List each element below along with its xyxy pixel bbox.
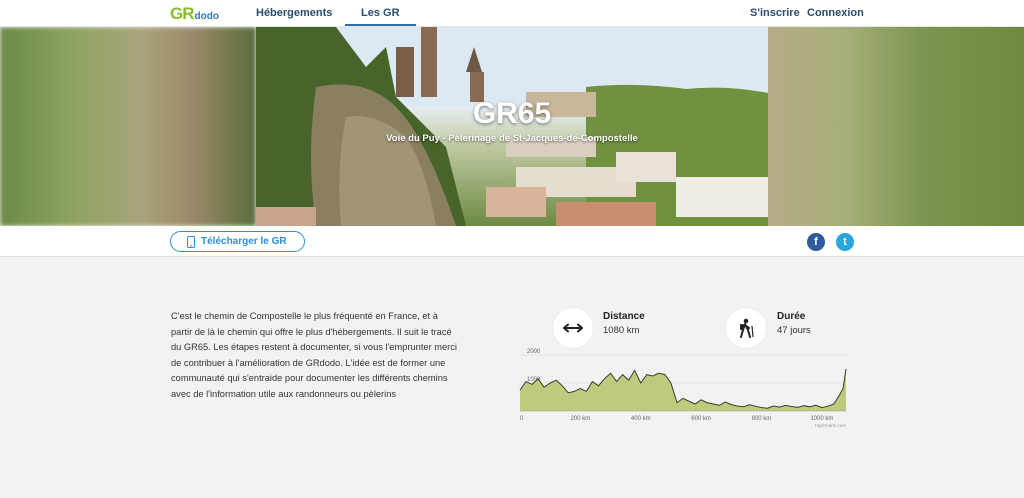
facebook-icon[interactable]: f: [807, 233, 825, 251]
twitter-icon[interactable]: t: [836, 233, 854, 251]
grdodo-logo[interactable]: GR dodo: [170, 2, 219, 24]
elevation-profile-chart[interactable]: 100020000 200 km 400 km 600 km 800 km 1000 km…: [512, 345, 852, 430]
x-tick-label: 200 km: [571, 416, 591, 422]
route-title: GR65: [472, 97, 552, 130]
signup-link[interactable]: S'inscrire: [750, 7, 800, 19]
elevation-area: [520, 369, 846, 411]
double-arrow-icon: [563, 323, 583, 333]
x-tick-label: 0: [520, 416, 524, 422]
smartphone-icon: [187, 235, 195, 248]
logo-dodo-text: dodo: [194, 11, 219, 22]
download-gr-label: Télécharger le GR: [201, 236, 287, 247]
route-subtitle: Voie du Puy - Pèlerinage de St-Jacques-d…: [386, 133, 638, 144]
top-nav: GR dodo Hébergements Les GR S'inscrire C…: [0, 0, 1024, 27]
duration-icon-circle: [726, 308, 766, 348]
login-link[interactable]: Connexion: [807, 7, 864, 19]
distance-value: 1080 km: [603, 325, 640, 336]
nav-link-hebergements[interactable]: Hébergements: [256, 7, 332, 19]
y-tick-label: 2000: [527, 349, 541, 355]
nav-link-les-gr[interactable]: Les GR: [345, 7, 416, 26]
logo-gr-text: GR: [170, 4, 194, 23]
facebook-glyph: f: [814, 236, 818, 248]
hero-banner: GR65 Voie du Puy - Pèlerinage de St-Jacq…: [0, 27, 1024, 226]
x-tick-label: 1000 km: [810, 416, 833, 422]
action-bar: Télécharger le GR f t: [0, 226, 1024, 257]
x-tick-label: 800 km: [752, 416, 772, 422]
x-tick-label: 600 km: [691, 416, 711, 422]
distance-label: Distance: [603, 311, 645, 322]
download-gr-button[interactable]: Télécharger le GR: [170, 231, 305, 252]
x-tick-label: 400 km: [631, 416, 651, 422]
chart-credit: Highcharts.com: [815, 423, 847, 428]
duration-label: Durée: [777, 311, 806, 322]
distance-icon-circle: [553, 308, 593, 348]
twitter-glyph: t: [843, 236, 847, 248]
hiker-icon: [740, 318, 754, 338]
duration-value: 47 jours: [777, 325, 811, 336]
route-description: C'est le chemin de Compostelle le plus f…: [171, 311, 457, 399]
